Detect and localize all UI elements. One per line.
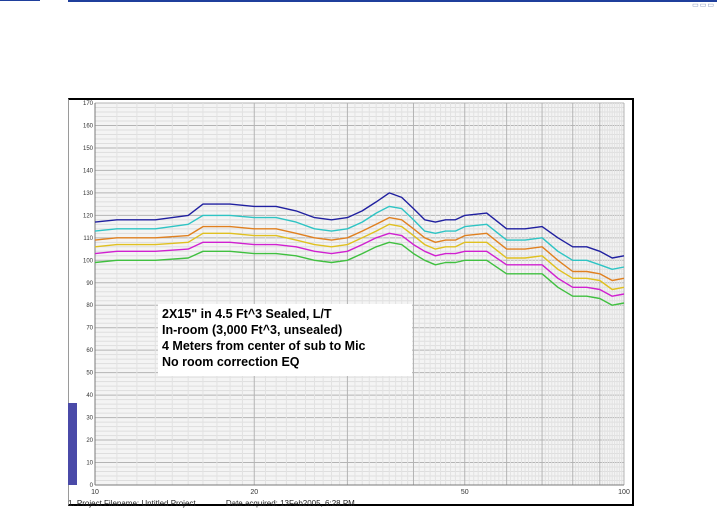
y-tick-label: 90 (86, 281, 93, 287)
y-tick-label: 110 (83, 236, 93, 242)
annotation-line: In-room (3,000 Ft^3, unsealed) (162, 323, 343, 337)
x-tick-label: 50 (461, 489, 469, 496)
y-tick-label: 140 (83, 168, 94, 174)
side-marker (68, 403, 77, 485)
y-tick-label: 60 (86, 348, 93, 354)
x-tick-label: 10 (91, 489, 99, 496)
y-tick-label: 30 (86, 416, 93, 422)
frequency-response-chart: 0102030405060708090100110120130140150160… (83, 101, 630, 496)
y-tick-label: 40 (86, 393, 93, 399)
footer-date: Date acquired: 13Feb2005, 6:28 PM (225, 499, 355, 508)
y-tick-label: 160 (83, 123, 94, 129)
footer-project: 1. Project Filename: Untitled Project (68, 499, 196, 508)
y-tick-label: 100 (83, 258, 94, 264)
annotation-line: 2X15" in 4.5 Ft^3 Sealed, L/T (162, 307, 332, 321)
y-tick-label: 50 (86, 371, 93, 377)
x-tick-label: 100 (618, 489, 630, 496)
y-tick-label: 170 (83, 101, 94, 107)
footer: 1. Project Filename: Untitled Project Da… (68, 499, 383, 508)
y-tick-label: 80 (86, 303, 93, 309)
y-tick-label: 150 (83, 146, 94, 152)
y-tick-label: 120 (83, 213, 94, 219)
annotation-line: 4 Meters from center of sub to Mic (162, 339, 366, 353)
x-tick-label: 20 (250, 489, 258, 496)
y-tick-label: 130 (83, 191, 94, 197)
annotation-box: 2X15" in 4.5 Ft^3 Sealed, L/T In-room (3… (158, 304, 412, 376)
y-tick-label: 10 (86, 461, 93, 467)
y-tick-label: 20 (86, 438, 93, 444)
annotation-line: No room correction EQ (162, 355, 300, 369)
plot-area (95, 103, 624, 485)
y-tick-label: 70 (86, 326, 93, 332)
